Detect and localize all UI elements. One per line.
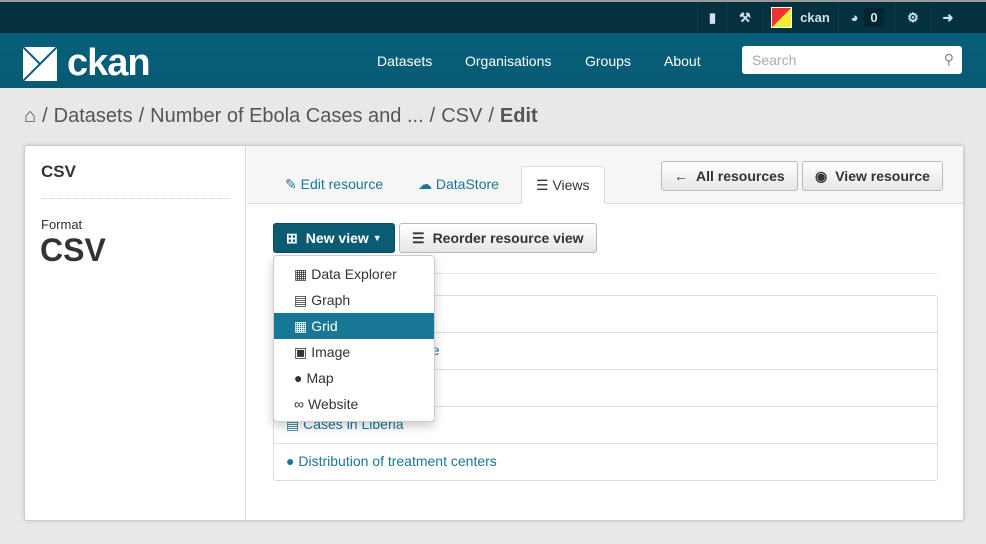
breadcrumb-resource[interactable]: CSV	[441, 105, 482, 128]
list-icon: ☰	[536, 177, 549, 193]
view-resource-button[interactable]: ◉ View resource	[802, 161, 943, 191]
sidebar: CSV Format CSV	[25, 146, 246, 520]
eye-icon: ◉	[815, 167, 828, 184]
account-bar: ▮ ⚒ ckan ◕ 0 ⚙ ➜	[0, 0, 986, 33]
tab-datastore[interactable]: ☁ DataStore	[404, 166, 513, 204]
logo-text: ckan	[67, 42, 151, 84]
menu-item-map[interactable]: ● Map	[274, 365, 434, 391]
menu-item-data-explorer[interactable]: ▦ Data Explorer	[274, 261, 434, 287]
nav-organisations[interactable]: Organisations	[465, 53, 551, 69]
file-icon[interactable]: ▮	[697, 2, 727, 33]
dashboard-icon: ◕	[850, 10, 859, 25]
format-value: CSV	[40, 232, 106, 268]
image-icon: ▣	[294, 343, 308, 360]
sign-out-icon[interactable]: ➜	[930, 2, 965, 33]
ckan-logo[interactable]: ckan	[23, 42, 151, 85]
avatar	[771, 7, 793, 28]
menu-item-graph[interactable]: ▤ Graph	[274, 287, 434, 313]
masthead: ckan Datasets Organisations Groups About…	[0, 33, 986, 88]
nav-about[interactable]: About	[664, 53, 701, 69]
list-item[interactable]: ● Distribution of treatment centers	[274, 444, 937, 481]
breadcrumb-dataset[interactable]: Number of Ebola Cases and ...	[150, 105, 423, 128]
dashboard-link[interactable]: ◕ 0	[838, 2, 895, 33]
notification-badge: 0	[864, 8, 884, 27]
tab-views[interactable]: ☰ Views	[521, 166, 605, 204]
new-view-button[interactable]: ⊞ New view ▼	[273, 223, 395, 253]
cloud-upload-icon: ☁	[418, 176, 432, 192]
username: ckan	[800, 10, 830, 25]
reorder-button[interactable]: ☰ Reorder resource view	[399, 223, 597, 253]
format-label: Format	[41, 217, 83, 232]
list-icon: ☰	[412, 229, 425, 246]
edit-icon: ✎	[285, 176, 297, 192]
bar-chart-icon: ▤	[294, 291, 308, 308]
caret-down-icon: ▼	[372, 233, 382, 243]
breadcrumb-current: Edit	[499, 105, 538, 127]
menu-item-website[interactable]: ∞ Website	[274, 391, 434, 417]
search-icon[interactable]: ⚲	[944, 51, 954, 68]
arrow-left-icon: ←	[674, 168, 688, 184]
new-view-dropdown: ▦ Data Explorer ▤ Graph ▦ Grid ▣ Image ● Map …	[273, 255, 435, 422]
tab-bar: ✎ Edit resource ☁ DataStore ☰ Views ← All…	[247, 146, 963, 204]
menu-item-grid[interactable]: ▦ Grid	[274, 313, 434, 339]
home-icon[interactable]: ⌂	[24, 105, 36, 128]
link-icon: ∞	[294, 396, 304, 412]
user-link[interactable]: ckan	[762, 2, 838, 33]
map-marker-icon: ●	[294, 370, 303, 386]
sidebar-title: CSV	[41, 162, 76, 181]
breadcrumb-datasets[interactable]: Datasets	[54, 105, 133, 128]
table-icon: ▦	[294, 317, 308, 334]
search-input[interactable]: Search ⚲	[742, 46, 962, 74]
logo-icon	[23, 46, 57, 81]
nav-datasets[interactable]: Datasets	[377, 53, 432, 69]
menu-item-image[interactable]: ▣ Image	[274, 339, 434, 365]
gear-icon[interactable]: ⚙	[895, 2, 930, 33]
tab-edit-resource[interactable]: ✎ Edit resource	[271, 166, 397, 204]
search-placeholder: Search	[752, 52, 797, 68]
map-marker-icon: ●	[286, 453, 295, 469]
hammer-icon[interactable]: ⚒	[727, 2, 762, 33]
breadcrumb: ⌂ / Datasets / Number of Ebola Cases and .…	[24, 105, 538, 128]
nav-groups[interactable]: Groups	[585, 53, 631, 69]
table-icon: ▦	[294, 265, 308, 282]
all-resources-button[interactable]: ← All resources	[661, 161, 798, 191]
plus-square-icon: ⊞	[286, 229, 298, 246]
